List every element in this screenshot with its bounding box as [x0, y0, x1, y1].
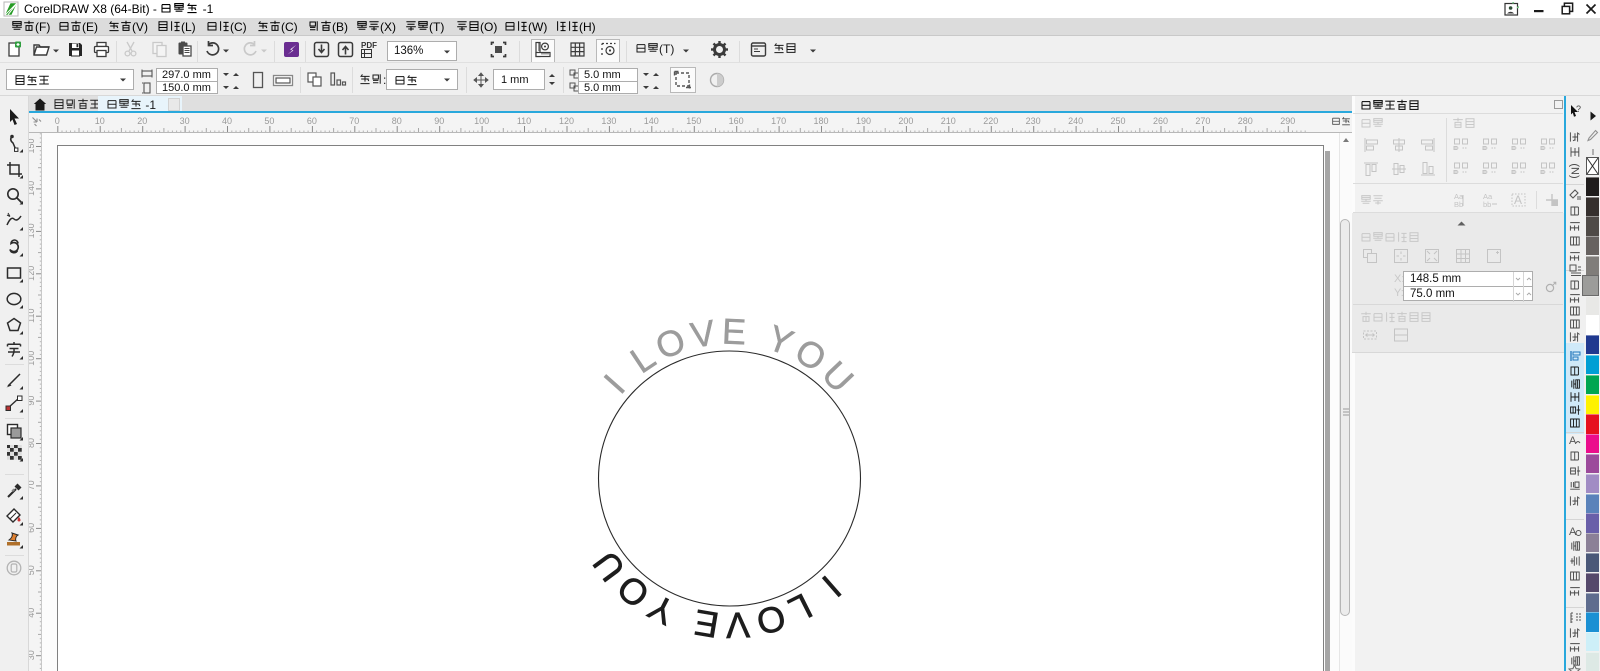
svg-text:Bb: Bb	[1454, 200, 1463, 209]
svg-text:190: 190	[856, 116, 871, 126]
svg-text:160: 160	[729, 116, 744, 126]
svg-text:170: 170	[771, 116, 786, 126]
svg-text:50: 50	[264, 116, 274, 126]
svg-text:290: 290	[1280, 116, 1295, 126]
svg-text:150: 150	[29, 138, 36, 153]
svg-text:230: 230	[1026, 116, 1041, 126]
svg-text:260: 260	[1153, 116, 1168, 126]
svg-text:bb: bb	[1483, 200, 1491, 209]
svg-text:280: 280	[1238, 116, 1253, 126]
svg-text:30: 30	[180, 116, 190, 126]
svg-text:20: 20	[137, 116, 147, 126]
svg-text:40: 40	[222, 116, 232, 126]
svg-text:140: 140	[29, 181, 36, 196]
svg-text:130: 130	[29, 223, 36, 238]
svg-text:80: 80	[392, 116, 402, 126]
svg-text:40: 40	[29, 608, 36, 618]
svg-text:90: 90	[29, 396, 36, 406]
svg-text:90: 90	[434, 116, 444, 126]
svg-text:270: 270	[1195, 116, 1210, 126]
svg-text:100: 100	[474, 116, 489, 126]
svg-text:?: ?	[1576, 104, 1581, 114]
svg-text:10: 10	[95, 116, 105, 126]
svg-text:30: 30	[29, 650, 36, 660]
svg-text:60: 60	[29, 523, 36, 533]
svg-text:0: 0	[55, 116, 60, 126]
svg-text:100: 100	[29, 351, 36, 366]
svg-text:220: 220	[983, 116, 998, 126]
svg-text:180: 180	[813, 116, 828, 126]
svg-text:210: 210	[941, 116, 956, 126]
svg-text:70: 70	[29, 480, 36, 490]
svg-text:240: 240	[1068, 116, 1083, 126]
svg-text:200: 200	[898, 116, 913, 126]
svg-text:120: 120	[29, 266, 36, 281]
svg-text:A: A	[1514, 193, 1522, 207]
svg-text:150: 150	[686, 116, 701, 126]
svg-text:A: A	[1569, 435, 1577, 447]
svg-text:110: 110	[29, 309, 36, 323]
svg-text:50: 50	[29, 565, 36, 575]
svg-text:120: 120	[559, 116, 574, 126]
svg-text:110: 110	[517, 116, 531, 126]
svg-text:60: 60	[307, 116, 317, 126]
svg-text:140: 140	[644, 116, 659, 126]
svg-text:80: 80	[29, 438, 36, 448]
svg-text:70: 70	[349, 116, 359, 126]
svg-text:130: 130	[601, 116, 616, 126]
svg-text:250: 250	[1110, 116, 1125, 126]
